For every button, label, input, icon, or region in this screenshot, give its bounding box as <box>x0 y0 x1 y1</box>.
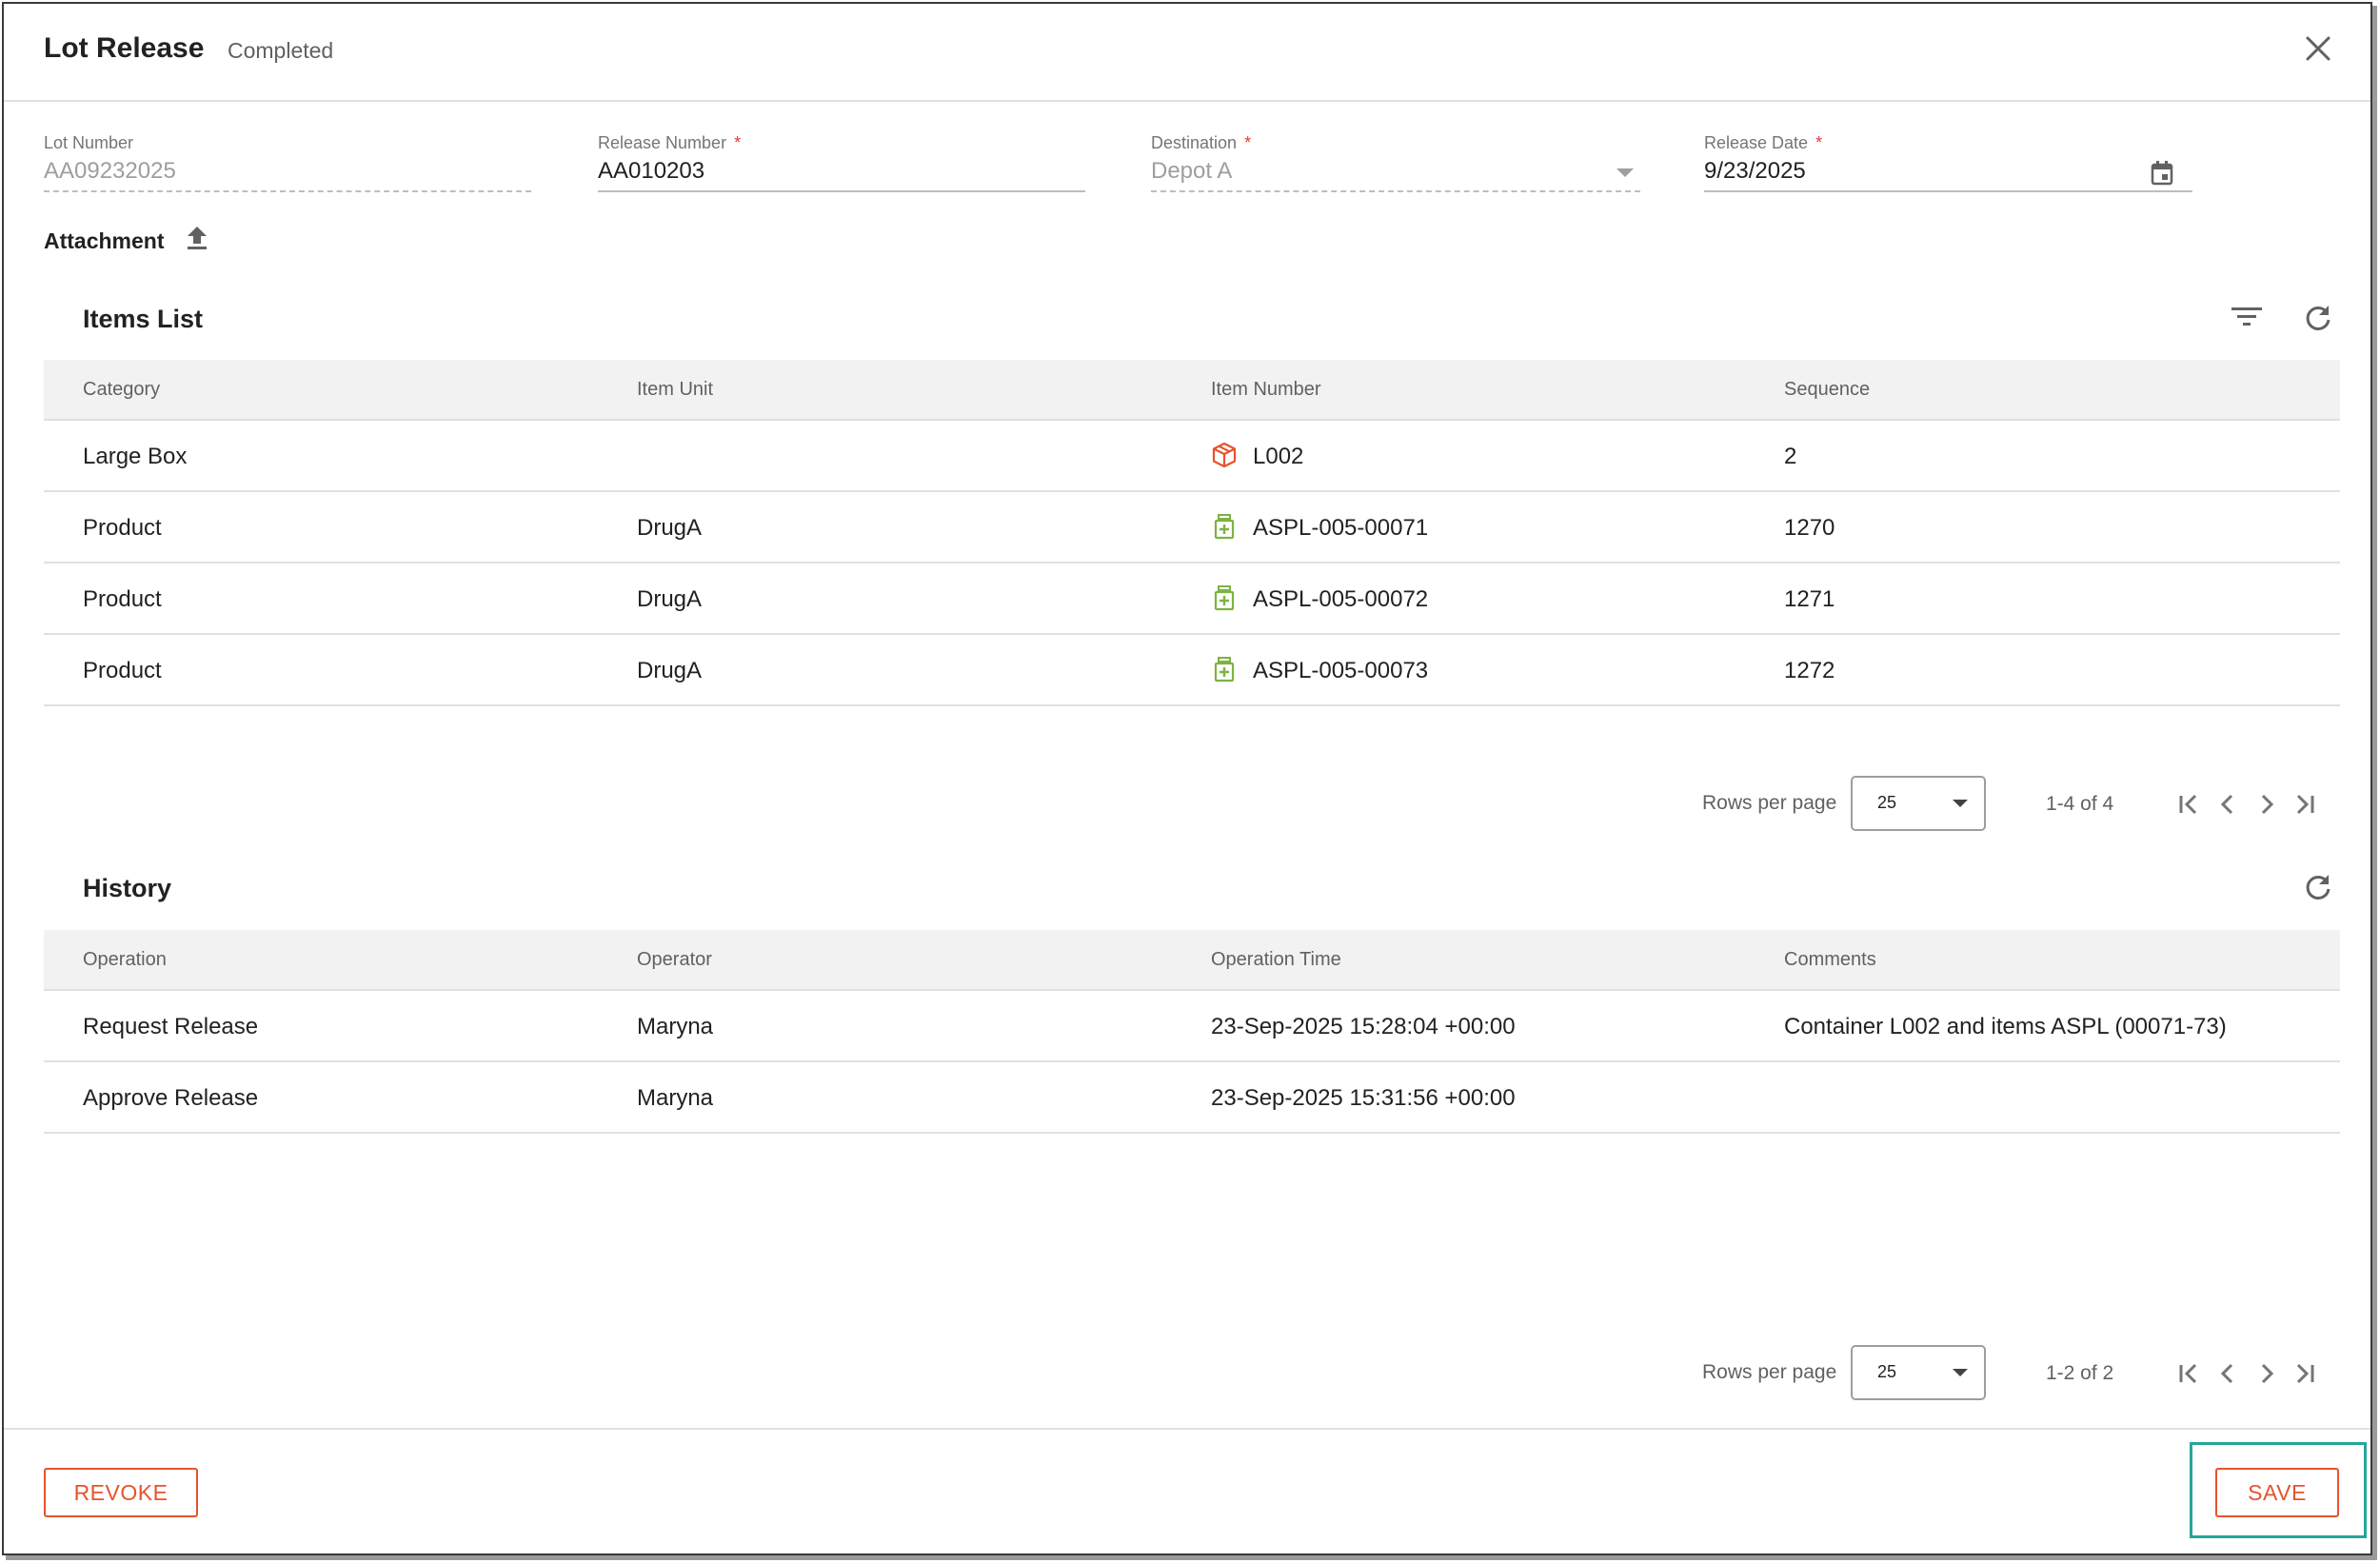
chevron-down-icon <box>1953 800 1968 807</box>
table-row[interactable]: Product DrugA ASPL-005-00072 1271 <box>44 564 2340 635</box>
items-table-header: Category Item Unit Item Number Sequence <box>44 360 2340 421</box>
close-icon <box>2306 36 2330 61</box>
cell-item-number: ASPL-005-00072 <box>1253 586 1429 612</box>
destination-select[interactable]: Destination * Depot A <box>1151 133 1640 194</box>
destination-value: Depot A <box>1151 158 1233 184</box>
column-header-operator[interactable]: Operator <box>637 949 712 971</box>
pagination-range: 1-4 of 4 <box>2046 793 2114 815</box>
release-date-field[interactable]: Release Date * 9/23/2025 <box>1704 133 2192 194</box>
chevron-down-icon <box>1616 168 1634 177</box>
cell-sequence: 2 <box>1784 444 1797 469</box>
rows-per-page-select[interactable]: 25 <box>1851 1345 1986 1400</box>
rows-per-page-select[interactable]: 25 <box>1851 776 1986 831</box>
cell-item-unit: DrugA <box>637 586 703 612</box>
field-underline <box>598 190 1085 192</box>
cell-item-unit: DrugA <box>637 658 703 683</box>
column-header-item-number[interactable]: Item Number <box>1211 379 1321 401</box>
release-date-label: Release Date <box>1704 133 1809 152</box>
table-row[interactable]: Product DrugA ASPL-005-00073 1272 <box>44 635 2340 706</box>
dialog-shadow <box>2372 6 2377 1559</box>
required-marker: * <box>1244 133 1252 152</box>
previous-page-icon[interactable] <box>2213 1359 2242 1388</box>
table-row[interactable]: Product DrugA ASPL-005-00071 1270 <box>44 492 2340 564</box>
lot-number-field: Lot Number AA09232025 <box>44 133 531 194</box>
cell-operator: Maryna <box>637 1014 714 1039</box>
chevron-down-icon <box>1953 1369 1968 1376</box>
field-underline <box>1704 190 2192 192</box>
dialog-title: Lot Release <box>44 32 205 64</box>
status-label: Completed <box>228 38 334 63</box>
box-icon <box>1212 442 1237 468</box>
lot-number-value: AA09232025 <box>44 158 176 184</box>
save-button[interactable]: SAVE <box>2215 1468 2339 1517</box>
cell-operator: Maryna <box>637 1085 714 1111</box>
header-divider <box>4 100 2370 102</box>
refresh-icon[interactable] <box>2303 872 2333 902</box>
required-marker: * <box>734 133 742 152</box>
cell-operation-time: 23-Sep-2025 15:31:56 +00:00 <box>1211 1085 1516 1111</box>
medicine-bottle-icon <box>1214 514 1235 540</box>
footer-divider <box>4 1428 2370 1430</box>
attachment-label: Attachment <box>44 228 165 253</box>
cell-comments: Container L002 and items ASPL (00071-73) <box>1784 1014 2227 1039</box>
next-page-icon[interactable] <box>2252 790 2281 819</box>
medicine-bottle-icon <box>1214 657 1235 683</box>
upload-icon[interactable] <box>185 225 209 251</box>
cell-item-unit: DrugA <box>637 515 703 541</box>
cell-item-number: L002 <box>1253 444 1304 469</box>
cell-category: Large Box <box>83 444 188 469</box>
column-header-item-unit[interactable]: Item Unit <box>637 379 713 401</box>
column-header-comments[interactable]: Comments <box>1784 949 1876 971</box>
release-date-value[interactable]: 9/23/2025 <box>1704 158 1806 185</box>
medicine-bottle-icon <box>1214 585 1235 611</box>
dialog-shadow <box>6 1555 2377 1560</box>
cell-category: Product <box>83 586 162 612</box>
column-header-sequence[interactable]: Sequence <box>1784 379 1870 401</box>
lot-number-label: Lot Number <box>44 133 134 152</box>
table-row[interactable]: Request Release Maryna 23-Sep-2025 15:28… <box>44 991 2340 1062</box>
release-number-field[interactable]: Release Number * AA010203 <box>598 133 1085 194</box>
cell-category: Product <box>83 658 162 683</box>
refresh-icon[interactable] <box>2303 303 2333 333</box>
column-header-category[interactable]: Category <box>83 379 160 401</box>
cell-operation: Request Release <box>83 1014 259 1039</box>
rows-per-page-value: 25 <box>1877 793 1897 812</box>
filter-icon[interactable] <box>2231 303 2263 331</box>
cell-sequence: 1270 <box>1784 515 1835 541</box>
lot-release-dialog <box>2 2 2372 1555</box>
first-page-icon[interactable] <box>2174 790 2203 819</box>
cell-operation-time: 23-Sep-2025 15:28:04 +00:00 <box>1211 1014 1516 1039</box>
table-row[interactable]: Large Box L002 2 <box>44 421 2340 492</box>
cell-sequence: 1272 <box>1784 658 1835 683</box>
cell-item-number: ASPL-005-00073 <box>1253 658 1429 683</box>
next-page-icon[interactable] <box>2252 1359 2281 1388</box>
close-button[interactable] <box>2302 32 2334 65</box>
field-underline <box>1151 190 1640 192</box>
rows-per-page-label: Rows per page <box>1702 1361 1837 1383</box>
column-header-operation[interactable]: Operation <box>83 949 167 971</box>
column-header-operation-time[interactable]: Operation Time <box>1211 949 1341 971</box>
rows-per-page-label: Rows per page <box>1702 792 1837 814</box>
revoke-button[interactable]: REVOKE <box>44 1468 198 1517</box>
field-underline <box>44 190 531 192</box>
history-title: History <box>83 874 172 902</box>
first-page-icon[interactable] <box>2174 1359 2203 1388</box>
table-row[interactable]: Approve Release Maryna 23-Sep-2025 15:31… <box>44 1062 2340 1134</box>
last-page-icon[interactable] <box>2291 790 2319 819</box>
destination-label: Destination <box>1151 133 1238 152</box>
pagination-range: 1-2 of 2 <box>2046 1362 2114 1384</box>
required-marker: * <box>1815 133 1823 152</box>
cell-sequence: 1271 <box>1784 586 1835 612</box>
cell-item-number: ASPL-005-00071 <box>1253 515 1429 541</box>
last-page-icon[interactable] <box>2291 1359 2319 1388</box>
cell-category: Product <box>83 515 162 541</box>
release-number-value[interactable]: AA010203 <box>598 158 704 185</box>
calendar-icon[interactable] <box>2150 160 2174 187</box>
rows-per-page-value: 25 <box>1877 1362 1897 1381</box>
cell-operation: Approve Release <box>83 1085 259 1111</box>
release-number-label: Release Number <box>598 133 727 152</box>
items-list-title: Items List <box>83 305 204 333</box>
history-table-header: Operation Operator Operation Time Commen… <box>44 930 2340 991</box>
previous-page-icon[interactable] <box>2213 790 2242 819</box>
